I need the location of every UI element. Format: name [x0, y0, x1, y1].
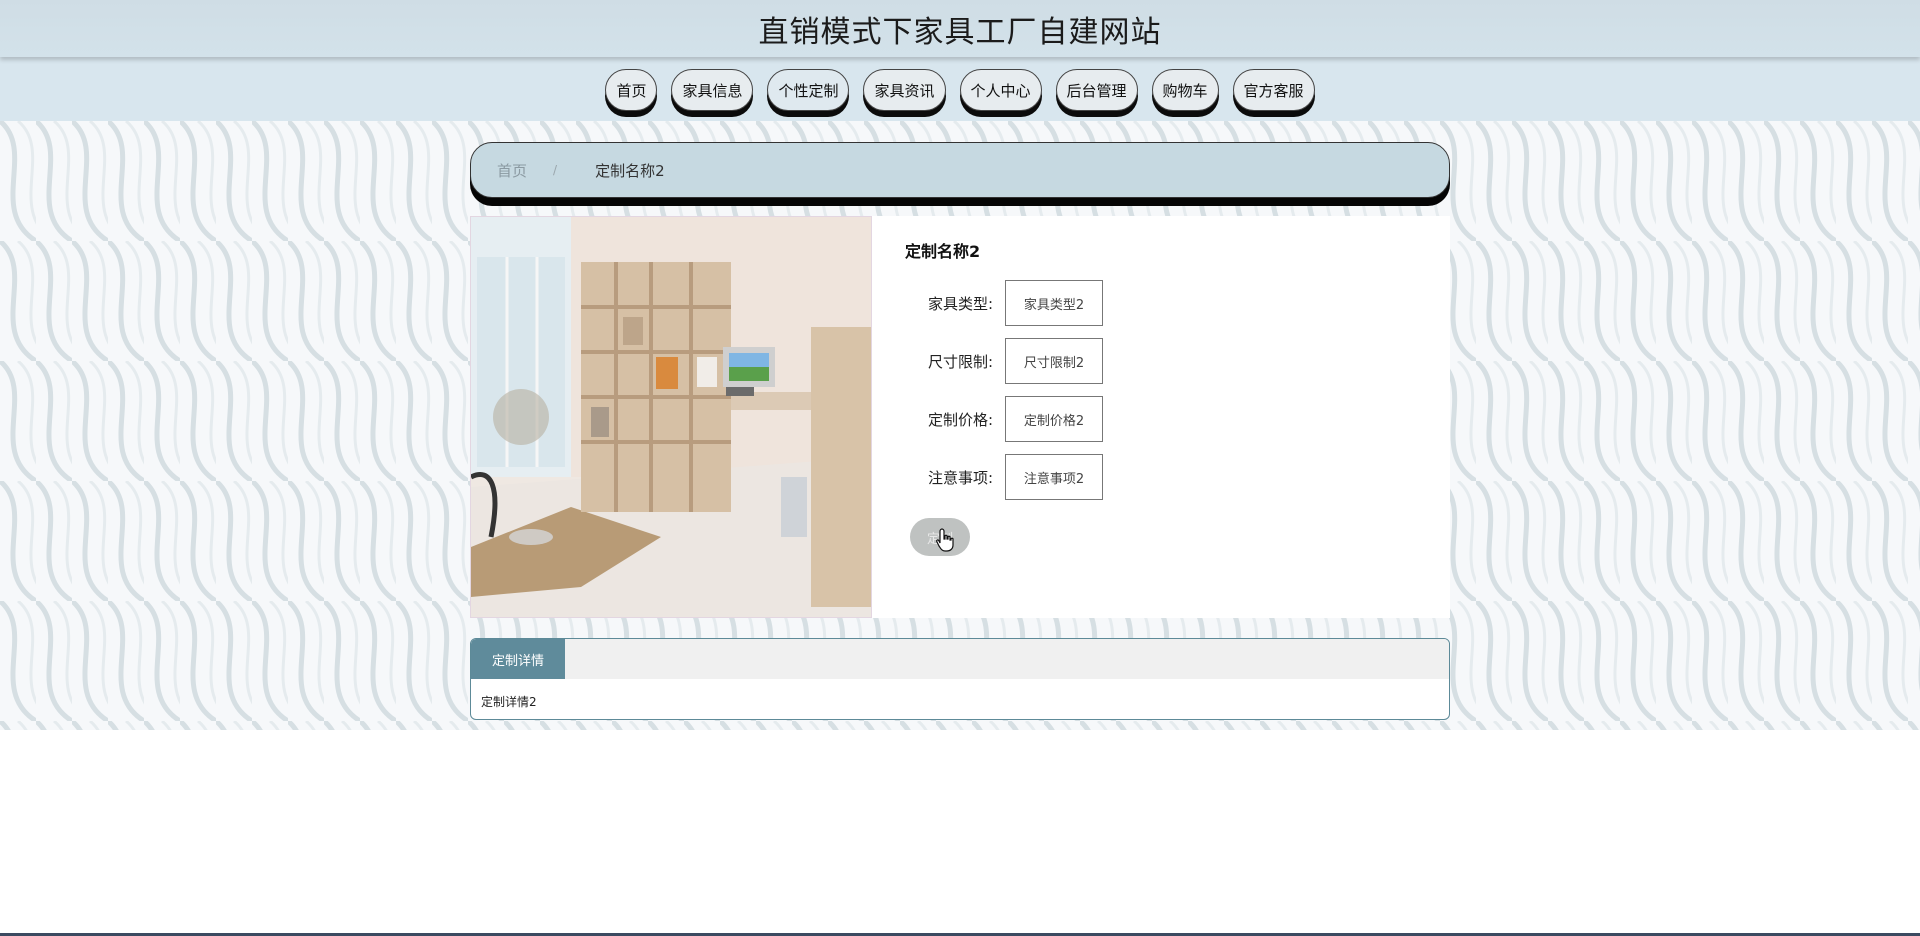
tab-content: 定制详情2 — [481, 695, 537, 709]
field-label: 注意事项: — [927, 468, 993, 487]
field-value: 尺寸限制2 — [1005, 338, 1103, 384]
field-value: 注意事项2 — [1005, 454, 1103, 500]
field-label: 尺寸限制: — [927, 352, 993, 371]
product-image — [470, 216, 872, 618]
nav-item-home[interactable]: 首页 — [605, 69, 658, 111]
main-nav: 首页 家具信息 个性定制 家具资讯 个人中心 后台管理 购物车 官方客服 — [0, 57, 1920, 121]
field-notes: 注意事项: 注意事项2 — [905, 454, 1425, 500]
customization-name: 定制名称2 — [905, 242, 981, 261]
bookshelf-room-illustration — [471, 217, 871, 617]
field-label: 家具类型: — [927, 294, 993, 313]
site-header: 直销模式下家具工厂自建网站 — [0, 0, 1920, 57]
field-label: 定制价格: — [927, 410, 993, 429]
field-value: 定制价格2 — [1005, 396, 1103, 442]
nav-item-furniture-info[interactable]: 家具信息 — [671, 69, 754, 111]
customization-detail-card: 定制名称2 家具类型: 家具类型2 尺寸限制: 尺寸限制2 定制价格: 定制价格… — [470, 216, 1450, 618]
nav-item-customization[interactable]: 个性定制 — [767, 69, 850, 111]
nav-item-personal-center[interactable]: 个人中心 — [959, 69, 1042, 111]
field-furniture-type: 家具类型: 家具类型2 — [905, 280, 1425, 326]
breadcrumb: 首页 / 定制名称2 — [470, 142, 1450, 198]
nav-item-furniture-news[interactable]: 家具资讯 — [863, 69, 946, 111]
tab-customization-details[interactable]: 定制详情 — [471, 639, 565, 679]
detail-tabs: 定制详情 定制详情2 — [470, 638, 1450, 720]
breadcrumb-current: 定制名称2 — [595, 161, 665, 180]
site-title: 直销模式下家具工厂自建网站 — [758, 14, 1162, 50]
hand-cursor-icon — [936, 528, 954, 552]
detail-info: 定制名称2 家具类型: 家具类型2 尺寸限制: 尺寸限制2 定制价格: 定制价格… — [905, 238, 1425, 512]
nav-item-cart[interactable]: 购物车 — [1151, 69, 1219, 111]
nav-item-admin[interactable]: 后台管理 — [1055, 69, 1138, 111]
breadcrumb-separator: / — [553, 163, 558, 177]
field-custom-price: 定制价格: 定制价格2 — [905, 396, 1425, 442]
field-size-limit: 尺寸限制: 尺寸限制2 — [905, 338, 1425, 384]
breadcrumb-home-link[interactable]: 首页 — [497, 160, 527, 181]
nav-item-customer-service[interactable]: 官方客服 — [1232, 69, 1315, 111]
tab-bar: 定制详情 — [471, 639, 1449, 679]
field-value: 家具类型2 — [1005, 280, 1103, 326]
